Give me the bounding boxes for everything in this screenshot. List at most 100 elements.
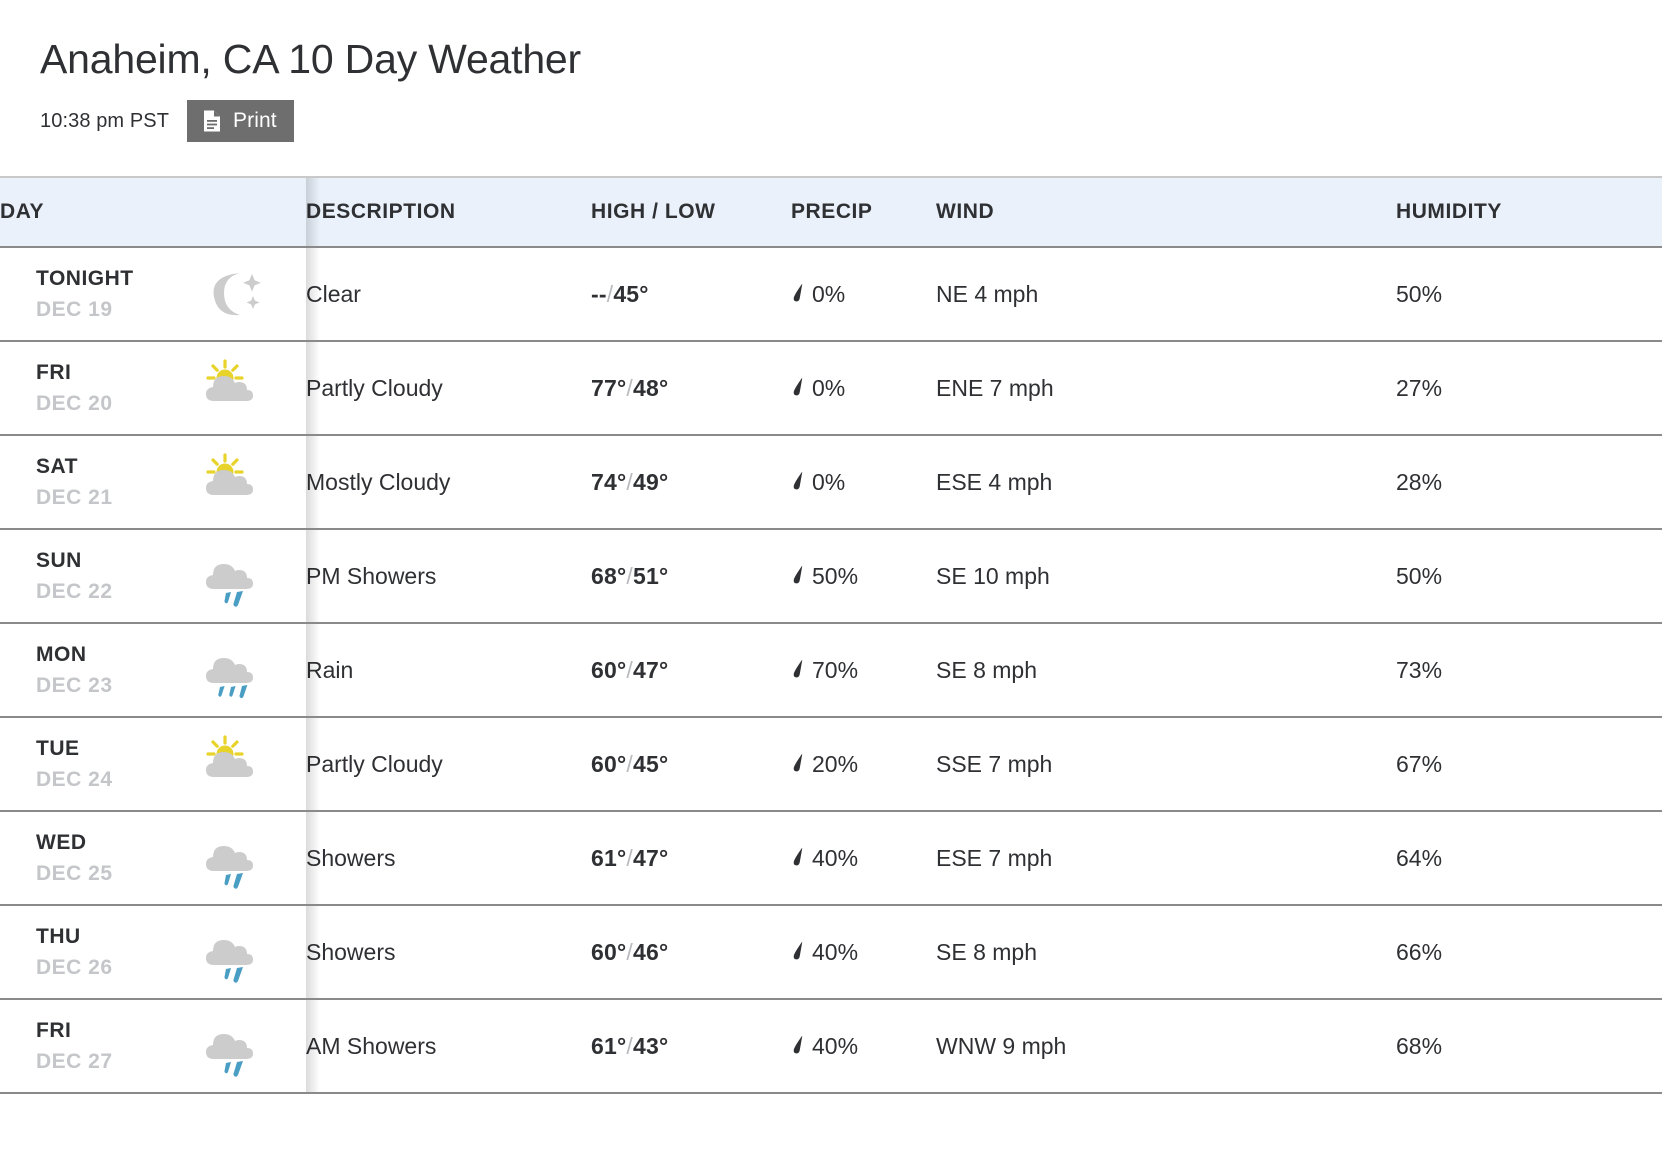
wind-cell: ESE 7 mph xyxy=(936,811,1396,906)
description-cell: Mostly Cloudy xyxy=(306,435,591,530)
humidity-cell: 28% xyxy=(1396,435,1662,530)
high-low-cell: --/45° xyxy=(591,247,791,342)
day-date: DEC 21 xyxy=(36,485,113,509)
description-cell: Clear xyxy=(306,247,591,342)
column-header-humidity[interactable]: HUMIDITY xyxy=(1396,176,1662,248)
precip-cell: 40% xyxy=(791,999,936,1094)
table-row[interactable]: FRI DEC 20 Partly Cloudy 77°/48° 0% ENE 7 mph… xyxy=(0,341,1662,436)
description-cell: Partly Cloudy xyxy=(306,341,591,436)
humidity-cell: 66% xyxy=(1396,905,1662,1000)
day-name: SAT xyxy=(36,454,78,478)
table-row[interactable]: THU DEC 26 Showers 60°/46° 40% SE 8 mph 66% xyxy=(0,905,1662,1000)
precip-value: 40% xyxy=(812,844,859,871)
precip-value: 0% xyxy=(812,374,846,401)
humidity-cell: 64% xyxy=(1396,811,1662,906)
precip-value: 40% xyxy=(812,1032,859,1059)
rain-cloud-icon xyxy=(200,1015,276,1077)
raindrop-icon xyxy=(791,470,806,494)
day-name: FRI xyxy=(36,360,72,384)
day-name: SUN xyxy=(36,548,82,572)
precip-value: 0% xyxy=(812,280,846,307)
wind-cell: SE 8 mph xyxy=(936,905,1396,1000)
description-cell: Partly Cloudy xyxy=(306,717,591,812)
column-header-wind[interactable]: WIND xyxy=(936,176,1396,248)
precip-value: 40% xyxy=(812,938,859,965)
day-name: MON xyxy=(36,642,87,666)
precip-value: 0% xyxy=(812,468,846,495)
table-row[interactable]: SUN DEC 22 PM Showers 68°/51° 50% SE 10 mph 50… xyxy=(0,529,1662,624)
description-cell: PM Showers xyxy=(306,529,591,624)
column-header-precip[interactable]: PRECIP xyxy=(791,176,936,248)
sun-behind-cloud-icon xyxy=(200,451,276,513)
header-meta-row: 10:38 pm PST Print xyxy=(40,100,1662,142)
column-header-high-low[interactable]: HIGH / LOW xyxy=(591,176,791,248)
day-name: TUE xyxy=(36,736,80,760)
raindrop-icon xyxy=(791,1034,806,1058)
print-button-label: Print xyxy=(233,109,277,132)
raindrop-icon xyxy=(791,376,806,400)
print-button[interactable]: Print xyxy=(187,100,294,142)
day-date: DEC 19 xyxy=(36,297,113,321)
precip-cell: 0% xyxy=(791,435,936,530)
wind-cell: NE 4 mph xyxy=(936,247,1396,342)
day-date: DEC 22 xyxy=(36,579,113,603)
page-header: Anaheim, CA 10 Day Weather 10:38 pm PST … xyxy=(0,0,1662,176)
table-row[interactable]: SAT DEC 21 Mostly Cloudy 74°/49° 0% ESE 4 mph… xyxy=(0,435,1662,530)
wind-cell: WNW 9 mph xyxy=(936,999,1396,1094)
table-row[interactable]: MON DEC 23 Rain 60°/47° 70% SE 8 mph 73% xyxy=(0,623,1662,718)
high-low-cell: 74°/49° xyxy=(591,435,791,530)
humidity-cell: 68% xyxy=(1396,999,1662,1094)
day-date: DEC 26 xyxy=(36,955,113,979)
wind-cell: SE 10 mph xyxy=(936,529,1396,624)
raindrop-icon xyxy=(791,846,806,870)
humidity-cell: 73% xyxy=(1396,623,1662,718)
forecast-table-body: TONIGHT DEC 19 Clear --/45° 0% NE 4 mph 50% FRI… xyxy=(0,247,1662,1094)
heavy-rain-cloud-icon xyxy=(200,639,276,701)
day-cell: FRI DEC 27 xyxy=(0,999,320,1094)
table-row[interactable]: FRI DEC 27 AM Showers 61°/43° 40% WNW 9 mph 68… xyxy=(0,999,1662,1094)
column-header-description[interactable]: DESCRIPTION xyxy=(306,176,591,248)
raindrop-icon xyxy=(791,564,806,588)
day-name: TONIGHT xyxy=(36,266,134,290)
day-cell: FRI DEC 20 xyxy=(0,341,320,436)
day-cell: SAT DEC 21 xyxy=(0,435,320,530)
wind-cell: SSE 7 mph xyxy=(936,717,1396,812)
day-name: THU xyxy=(36,924,81,948)
table-row[interactable]: TUE DEC 24 Partly Cloudy 60°/45° 20% SSE 7 mp… xyxy=(0,717,1662,812)
day-cell: MON DEC 23 xyxy=(0,623,320,718)
page-title: Anaheim, CA 10 Day Weather xyxy=(40,36,581,82)
table-row[interactable]: TONIGHT DEC 19 Clear --/45° 0% NE 4 mph 50% xyxy=(0,247,1662,342)
precip-cell: 0% xyxy=(791,341,936,436)
wind-cell: ENE 7 mph xyxy=(936,341,1396,436)
day-date: DEC 23 xyxy=(36,673,113,697)
day-date: DEC 27 xyxy=(36,1049,113,1073)
high-low-cell: 61°/47° xyxy=(591,811,791,906)
rain-cloud-icon xyxy=(200,921,276,983)
day-cell: SUN DEC 22 xyxy=(0,529,320,624)
description-cell: AM Showers xyxy=(306,999,591,1094)
description-cell: Showers xyxy=(306,811,591,906)
wind-cell: ESE 4 mph xyxy=(936,435,1396,530)
table-header-row: DAY DESCRIPTION HIGH / LOW PRECIP WIND H… xyxy=(0,176,1662,248)
precip-cell: 40% xyxy=(791,905,936,1000)
day-date: DEC 20 xyxy=(36,391,113,415)
day-date: DEC 24 xyxy=(36,767,113,791)
humidity-cell: 50% xyxy=(1396,247,1662,342)
humidity-cell: 27% xyxy=(1396,341,1662,436)
high-low-cell: 60°/45° xyxy=(591,717,791,812)
forecast-table-header: DAY DESCRIPTION HIGH / LOW PRECIP WIND H… xyxy=(0,176,1662,248)
table-row[interactable]: WED DEC 25 Showers 61°/47° 40% ESE 7 mph 64% xyxy=(0,811,1662,906)
precip-cell: 70% xyxy=(791,623,936,718)
description-cell: Rain xyxy=(306,623,591,718)
weather-page: Anaheim, CA 10 Day Weather 10:38 pm PST … xyxy=(0,0,1662,1157)
raindrop-icon xyxy=(791,658,806,682)
precip-value: 70% xyxy=(812,656,859,683)
precip-value: 20% xyxy=(812,750,859,777)
raindrop-icon xyxy=(791,940,806,964)
day-cell: TONIGHT DEC 19 xyxy=(0,247,320,342)
description-cell: Showers xyxy=(306,905,591,1000)
precip-cell: 50% xyxy=(791,529,936,624)
precip-cell: 0% xyxy=(791,247,936,342)
day-cell: WED DEC 25 xyxy=(0,811,320,906)
column-header-day[interactable]: DAY xyxy=(0,176,320,248)
